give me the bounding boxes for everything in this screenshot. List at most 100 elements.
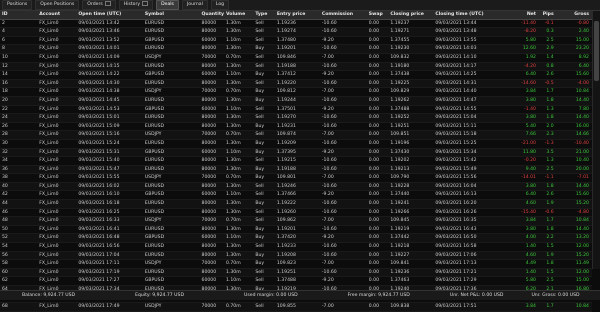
table-row[interactable]: 20 FX_Lim0 09/03/2021 14:45 EURUSD 80000 1.30…	[0, 96, 592, 106]
table-row[interactable]: 6 FX_Lim0 09/03/2021 13:52 GBPUSD 60000 1.10m…	[0, 37, 592, 46]
tab-history[interactable]: History	[118, 0, 154, 10]
table-row[interactable]: 4 FX_Lim0 09/03/2021 13:46 EURUSD 80000 1.30m…	[0, 28, 592, 37]
cell-account: FX_Lim0	[39, 115, 59, 121]
cell-volume: 1.10m	[225, 192, 241, 198]
tab-journal[interactable]: Journal	[181, 0, 208, 10]
tab-label: Open Positions	[40, 2, 75, 7]
cell-type: Sell	[255, 278, 264, 284]
table-row[interactable]: 8 FX_Lim0 09/03/2021 14:01 EURUSD 80000 1.30m…	[0, 45, 592, 54]
cell-gross: 15.20	[575, 201, 589, 207]
cell-open-time: 09/03/2021 14:45	[78, 97, 120, 103]
table-row[interactable]: 54 FX_Lim0 09/03/2021 16:56 EURUSD 80000 1.30…	[0, 243, 592, 252]
table-row[interactable]: 60 FX_Lim0 09/03/2021 17:19 EURUSD 80000 1.30…	[0, 268, 592, 278]
table-row[interactable]: 58 FX_Lim0 09/03/2021 17:11 USDJPY 70000 0.70…	[0, 260, 592, 269]
cell-entry-price: 1.37412	[276, 72, 296, 78]
table-row[interactable]: 14 FX_Lim0 09/03/2021 14:22 GBPUSD 60000 1.10…	[0, 71, 592, 80]
column-header-pips[interactable]: Pips	[539, 11, 557, 19]
column-header-type[interactable]: Type	[253, 11, 275, 19]
table-row[interactable]: 40 FX_Lim0 09/03/2021 16:02 EURUSD 80000 1.30…	[0, 182, 592, 192]
column-header-gross[interactable]: Gross	[557, 11, 592, 19]
column-header-id[interactable]: ID	[0, 11, 20, 19]
table-row[interactable]: 12 FX_Lim0 09/03/2021 14:15 EURUSD 80000 1.30…	[0, 62, 592, 72]
cell-open-time: 09/03/2021 16:33	[78, 218, 120, 224]
cell-id: 6	[2, 37, 5, 43]
cell-closing-time: 09/03/2021 17:21	[435, 269, 477, 275]
cell-volume: 1.30m	[225, 166, 241, 172]
cell-swap: 0.00	[368, 29, 380, 35]
table-row[interactable]: 36 FX_Lim0 09/03/2021 15:47 EURUSD 80000 1.30…	[0, 165, 592, 175]
table-row[interactable]: 16 FX_Lim0 09/03/2021 14:30 EURUSD 80000 1.30…	[0, 79, 592, 89]
table-row[interactable]: 48 FX_Lim0 09/03/2021 16:33 USDJPY 70000 0.70…	[0, 217, 592, 226]
cell-entry-price: 109.823	[276, 261, 296, 267]
column-header-account[interactable]: Account	[37, 11, 76, 19]
table-row[interactable]: 34 FX_Lim0 09/03/2021 15:40 EURUSD 80000 1.30…	[0, 157, 592, 166]
column-header-closing-price[interactable]: Closing price	[388, 11, 433, 19]
column-header-symbol[interactable]: Symbol	[143, 11, 200, 19]
cell-entry-price: 1.19215	[276, 158, 296, 164]
cell-symbol: USDJPY	[144, 218, 162, 224]
column-header-commission[interactable]: Commission	[320, 11, 367, 19]
cell-account: FX_Lim0	[39, 244, 59, 250]
cell-net: 1.40	[525, 269, 536, 275]
column-header-quantity[interactable]: Quantity	[200, 11, 224, 19]
cell-symbol: EURUSD	[144, 140, 165, 146]
table-row[interactable]: 42 FX_Lim0 09/03/2021 16:10 GBPUSD 60000 1.10…	[0, 191, 592, 201]
cell-group	[20, 252, 38, 260]
tab-positions[interactable]: Positions	[2, 0, 33, 10]
table-row[interactable]: 52 FX_Lim0 09/03/2021 16:48 GBPUSD 60000 1.10…	[0, 234, 592, 244]
equity-label: Equity: 9,924.77 USD	[135, 293, 184, 298]
table-row[interactable]: 38 FX_Lim0 09/03/2021 15:55 USDJPY 70000 0.70…	[0, 174, 592, 183]
cell-account: FX_Lim0	[39, 106, 59, 112]
cell-closing-price: 1.19251	[390, 123, 410, 129]
table-row[interactable]: 26 FX_Lim0 09/03/2021 15:09 EURUSD 80000 1.30…	[0, 123, 592, 132]
tab-log[interactable]: Log	[210, 0, 230, 10]
cell-entry-price: 1.37488	[276, 278, 296, 284]
table-row[interactable]: 10 FX_Lim0 09/03/2021 14:09 USDJPY 70000 0.70…	[0, 54, 592, 63]
column-header-closing-time[interactable]: Closing time (UTC)	[433, 11, 499, 19]
table-row[interactable]: 44 FX_Lim0 09/03/2021 16:18 EURUSD 80000 1.30…	[0, 200, 592, 209]
cell-id: 4	[2, 29, 5, 35]
cell-quantity: 80000	[201, 123, 217, 129]
table-row[interactable]: 30 FX_Lim0 09/03/2021 15:24 EURUSD 80000 1.30…	[0, 140, 592, 149]
cell-commission: -7.00	[321, 304, 334, 310]
table-row[interactable]: 68 FX_Lim0 09/03/2021 17:49 USDJPY 70000 0.70…	[0, 303, 592, 312]
cell-open-time: 09/03/2021 14:38	[78, 89, 120, 95]
column-header-swap[interactable]: Swap	[367, 11, 389, 19]
scrollbar-thumb[interactable]	[594, 21, 599, 81]
cell-closing-price: 1.19196	[390, 140, 410, 146]
cell-gross: 13.20	[575, 235, 589, 241]
table-row[interactable]: 46 FX_Lim0 09/03/2021 16:25 EURUSD 80000 1.30…	[0, 209, 592, 218]
cell-swap: 0.00	[368, 63, 380, 69]
table-row[interactable]: 28 FX_Lim0 09/03/2021 15:16 USDJPY 70000 0.70…	[0, 131, 592, 140]
cell-symbol: EURUSD	[144, 244, 165, 250]
table-row[interactable]: 2 FX_Lim0 09/03/2021 13:42 EURUSD 80000 1.30m…	[0, 20, 592, 29]
column-header-group[interactable]	[20, 11, 38, 19]
cell-commission: -10.60	[321, 97, 337, 103]
cell-net: 9.40	[525, 166, 536, 172]
table-row[interactable]: 18 FX_Lim0 09/03/2021 14:38 USDJPY 70000 0.70…	[0, 88, 592, 97]
table-row[interactable]: 32 FX_Lim0 09/03/2021 15:31 GBPUSD 60000 1.10…	[0, 148, 592, 158]
column-header-entry-price[interactable]: Entry price	[275, 11, 320, 19]
cell-net: 3.84	[525, 218, 536, 224]
cell-group	[20, 157, 38, 165]
column-header-volume[interactable]: Volume	[224, 11, 253, 19]
tab-orders[interactable]: Orders	[82, 0, 116, 10]
cell-volume: 0.70m	[225, 89, 241, 95]
column-header-net[interactable]: Net	[500, 11, 539, 19]
column-header-open-time[interactable]: Open time (UTC)	[76, 11, 142, 19]
table-row[interactable]: 62 FX_Lim0 09/03/2021 17:27 GBPUSD 60000 1.10…	[0, 277, 592, 286]
vertical-scrollbar[interactable]	[592, 11, 600, 269]
table-row[interactable]: 22 FX_Lim0 09/03/2021 14:53 GBPUSD 60000 1.10…	[0, 106, 592, 115]
cell-entry-price: 1.19260	[276, 209, 296, 215]
table-row[interactable]: 24 FX_Lim0 09/03/2021 15:01 EURUSD 80000 1.30…	[0, 114, 592, 123]
tab-open-positions[interactable]: Open Positions	[35, 0, 80, 10]
cell-closing-time: 09/03/2021 16:20	[435, 201, 477, 207]
cell-pips: 2.5	[546, 278, 554, 284]
table-row[interactable]: 56 FX_Lim0 09/03/2021 17:04 EURUSD 80000 1.30…	[0, 251, 592, 261]
tab-deals[interactable]: Deals	[156, 0, 179, 10]
cell-id: 56	[2, 252, 8, 258]
table-row[interactable]: 50 FX_Lim0 09/03/2021 16:41 EURUSD 80000 1.30…	[0, 226, 592, 235]
cell-id: 44	[2, 201, 8, 207]
cell-symbol: EURUSD	[144, 252, 165, 258]
cell-closing-time: 09/03/2021 17:51	[435, 304, 477, 310]
